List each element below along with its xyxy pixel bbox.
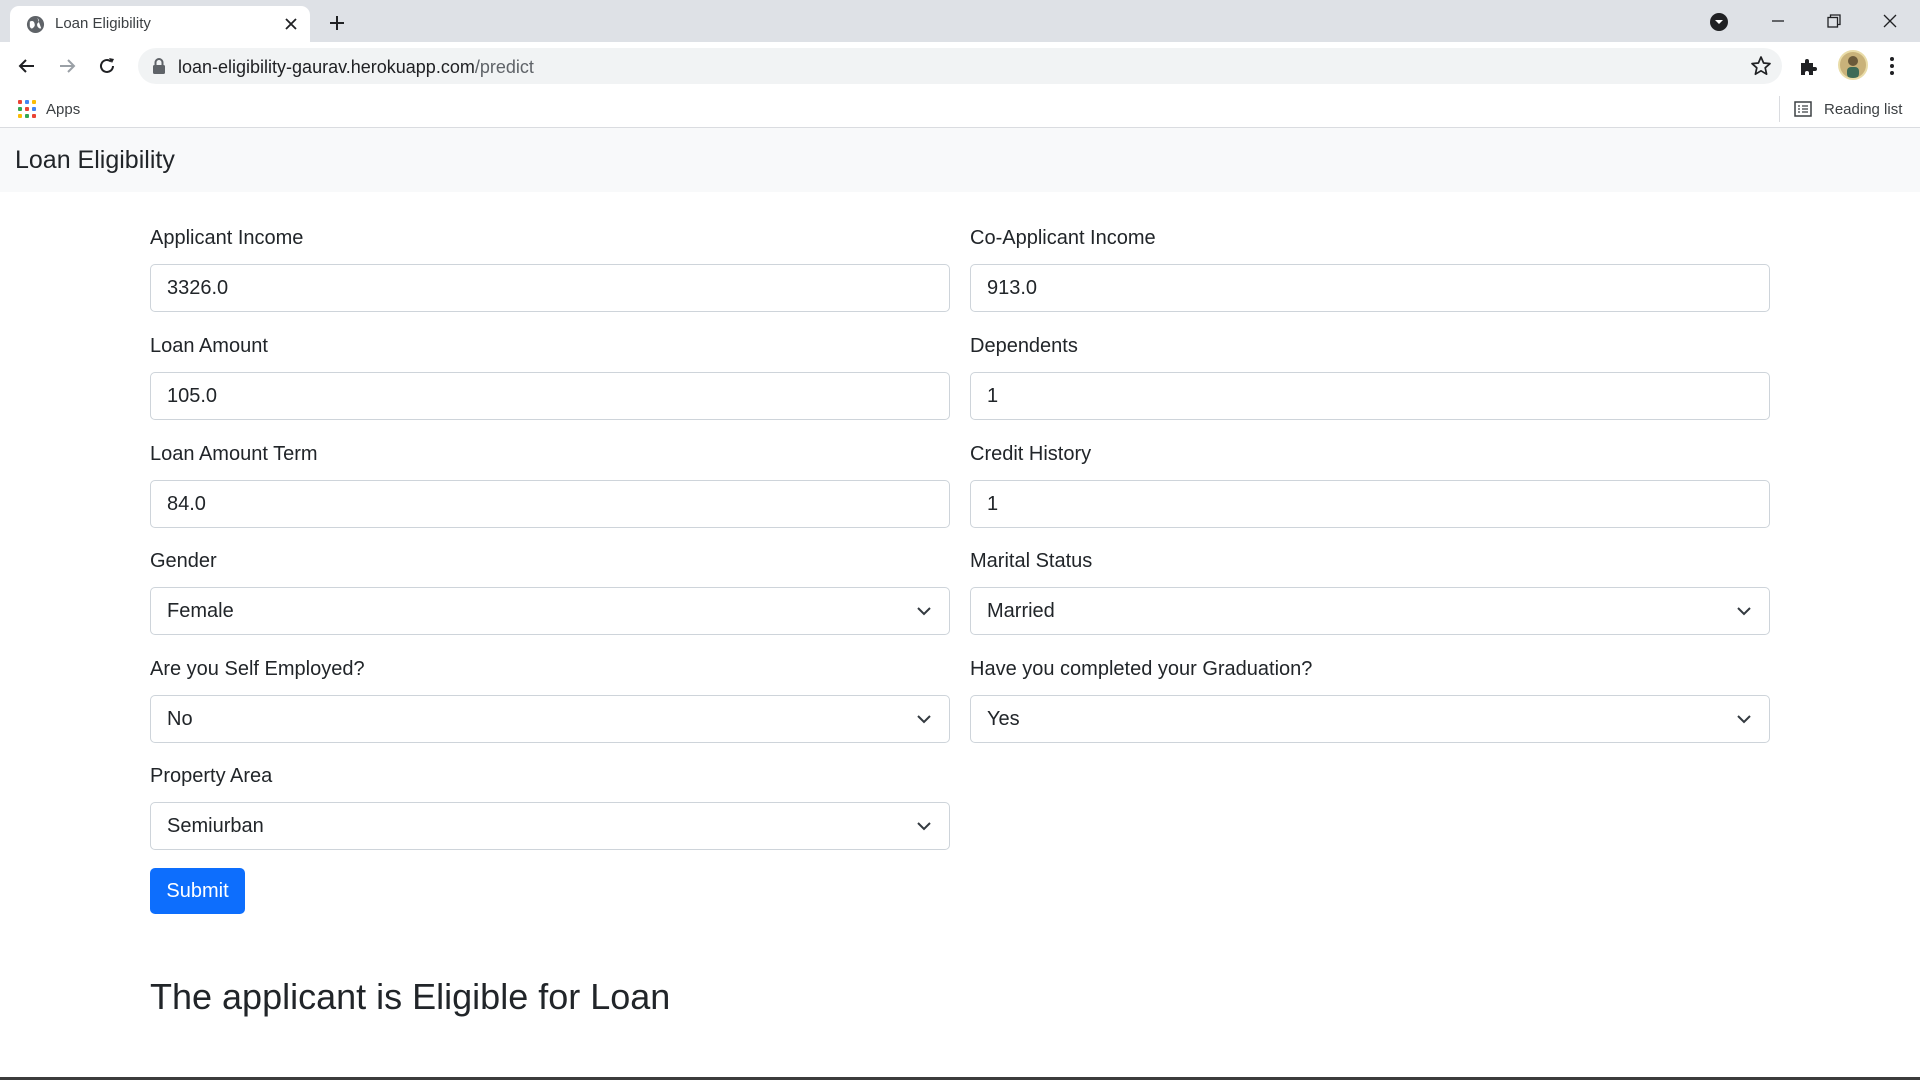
applicant-income-label: Applicant Income bbox=[150, 227, 304, 249]
applicant-income-group: Applicant Income 3326.0 bbox=[150, 226, 950, 312]
dependents-group: Dependents 1 bbox=[970, 334, 1770, 420]
bookmarks-bar: Apps Reading list bbox=[0, 90, 1920, 128]
chevron-down-icon bbox=[1737, 607, 1751, 616]
gender-group: Gender Female bbox=[150, 549, 950, 635]
reading-list-label: Reading list bbox=[1824, 100, 1903, 118]
submit-button[interactable]: Submit bbox=[150, 868, 245, 914]
credit-history-label: Credit History bbox=[970, 443, 1092, 465]
address-bar[interactable]: loan-eligibility-gaurav.herokuapp.com/pr… bbox=[138, 48, 1782, 84]
property-area-select[interactable]: Semiurban bbox=[150, 802, 950, 850]
applicant-income-input[interactable]: 3326.0 bbox=[150, 264, 950, 312]
graduation-group: Have you completed your Graduation? Yes bbox=[970, 657, 1770, 743]
loan-amount-group: Loan Amount 105.0 bbox=[150, 334, 950, 420]
url-text[interactable]: loan-eligibility-gaurav.herokuapp.com/pr… bbox=[178, 57, 534, 77]
close-window-icon[interactable] bbox=[1862, 0, 1918, 42]
loan-amount-label: Loan Amount bbox=[150, 335, 268, 357]
browser-toolbar: loan-eligibility-gaurav.herokuapp.com/pr… bbox=[0, 42, 1920, 90]
marital-status-label: Marital Status bbox=[970, 550, 1093, 572]
co-applicant-income-label: Co-Applicant Income bbox=[970, 227, 1156, 249]
minimize-icon[interactable] bbox=[1750, 0, 1806, 42]
loan-amount-input[interactable]: 105.0 bbox=[150, 372, 950, 420]
browser-menu-icon[interactable] bbox=[1880, 52, 1904, 80]
marital-status-group: Marital Status Married bbox=[970, 549, 1770, 635]
bookmark-star-icon[interactable] bbox=[1750, 55, 1772, 77]
credit-history-group: Credit History 1 bbox=[970, 442, 1770, 528]
co-applicant-income-input[interactable]: 913.0 bbox=[970, 264, 1770, 312]
self-employed-selected-value: No bbox=[167, 708, 193, 730]
globe-icon bbox=[26, 15, 45, 34]
dependents-input[interactable]: 1 bbox=[970, 372, 1770, 420]
gender-label: Gender bbox=[150, 550, 217, 572]
browser-tab[interactable]: Loan Eligibility bbox=[10, 6, 310, 42]
credit-history-input[interactable]: 1 bbox=[970, 480, 1770, 528]
tab-search-icon[interactable] bbox=[1706, 9, 1732, 35]
lock-icon[interactable] bbox=[150, 57, 168, 75]
chevron-down-icon bbox=[917, 715, 931, 724]
graduation-selected-value: Yes bbox=[987, 708, 1020, 730]
reading-list-button[interactable]: Reading list bbox=[1794, 98, 1902, 120]
loan-amount-term-group: Loan Amount Term 84.0 bbox=[150, 442, 950, 528]
marital-status-selected-value: Married bbox=[987, 600, 1055, 622]
apps-grid-icon bbox=[18, 100, 36, 118]
tab-title: Loan Eligibility bbox=[55, 15, 151, 32]
restore-icon[interactable] bbox=[1806, 0, 1862, 42]
profile-avatar[interactable] bbox=[1838, 50, 1868, 80]
back-arrow-icon[interactable] bbox=[11, 50, 43, 82]
gender-select[interactable]: Female bbox=[150, 587, 950, 635]
marital-status-select[interactable]: Married bbox=[970, 587, 1770, 635]
property-area-label: Property Area bbox=[150, 765, 273, 787]
loan-amount-term-label: Loan Amount Term bbox=[150, 443, 318, 465]
loan-amount-term-input[interactable]: 84.0 bbox=[150, 480, 950, 528]
chevron-down-icon bbox=[1737, 715, 1751, 724]
browser-tab-strip: Loan Eligibility bbox=[0, 0, 1920, 42]
property-area-selected-value: Semiurban bbox=[167, 815, 264, 837]
chevron-down-icon bbox=[917, 607, 931, 616]
url-path: /predict bbox=[474, 57, 534, 77]
self-employed-label: Are you Self Employed? bbox=[150, 658, 365, 680]
apps-label: Apps bbox=[46, 100, 81, 118]
graduation-select[interactable]: Yes bbox=[970, 695, 1770, 743]
new-tab-icon[interactable] bbox=[322, 8, 352, 38]
self-employed-group: Are you Self Employed? No bbox=[150, 657, 950, 743]
apps-shortcut[interactable]: Apps bbox=[18, 98, 80, 120]
dependents-label: Dependents bbox=[970, 335, 1078, 357]
reload-icon[interactable] bbox=[91, 50, 123, 82]
self-employed-select[interactable]: No bbox=[150, 695, 950, 743]
forward-arrow-icon[interactable] bbox=[51, 50, 83, 82]
site-navbar: Loan Eligibility bbox=[0, 128, 1920, 192]
navbar-brand[interactable]: Loan Eligibility bbox=[15, 145, 175, 175]
prediction-result: The applicant is Eligible for Loan bbox=[150, 976, 671, 1017]
property-area-group: Property Area Semiurban bbox=[150, 764, 950, 850]
chevron-down-icon bbox=[917, 822, 931, 831]
graduation-label: Have you completed your Graduation? bbox=[970, 658, 1313, 680]
co-applicant-income-group: Co-Applicant Income 913.0 bbox=[970, 226, 1770, 312]
close-tab-icon[interactable] bbox=[280, 13, 302, 35]
extensions-puzzle-icon[interactable] bbox=[1797, 55, 1821, 79]
reading-list-icon bbox=[1794, 101, 1812, 117]
bookmarks-divider bbox=[1779, 96, 1780, 122]
url-host: loan-eligibility-gaurav.herokuapp.com bbox=[178, 57, 475, 77]
gender-selected-value: Female bbox=[167, 600, 234, 622]
